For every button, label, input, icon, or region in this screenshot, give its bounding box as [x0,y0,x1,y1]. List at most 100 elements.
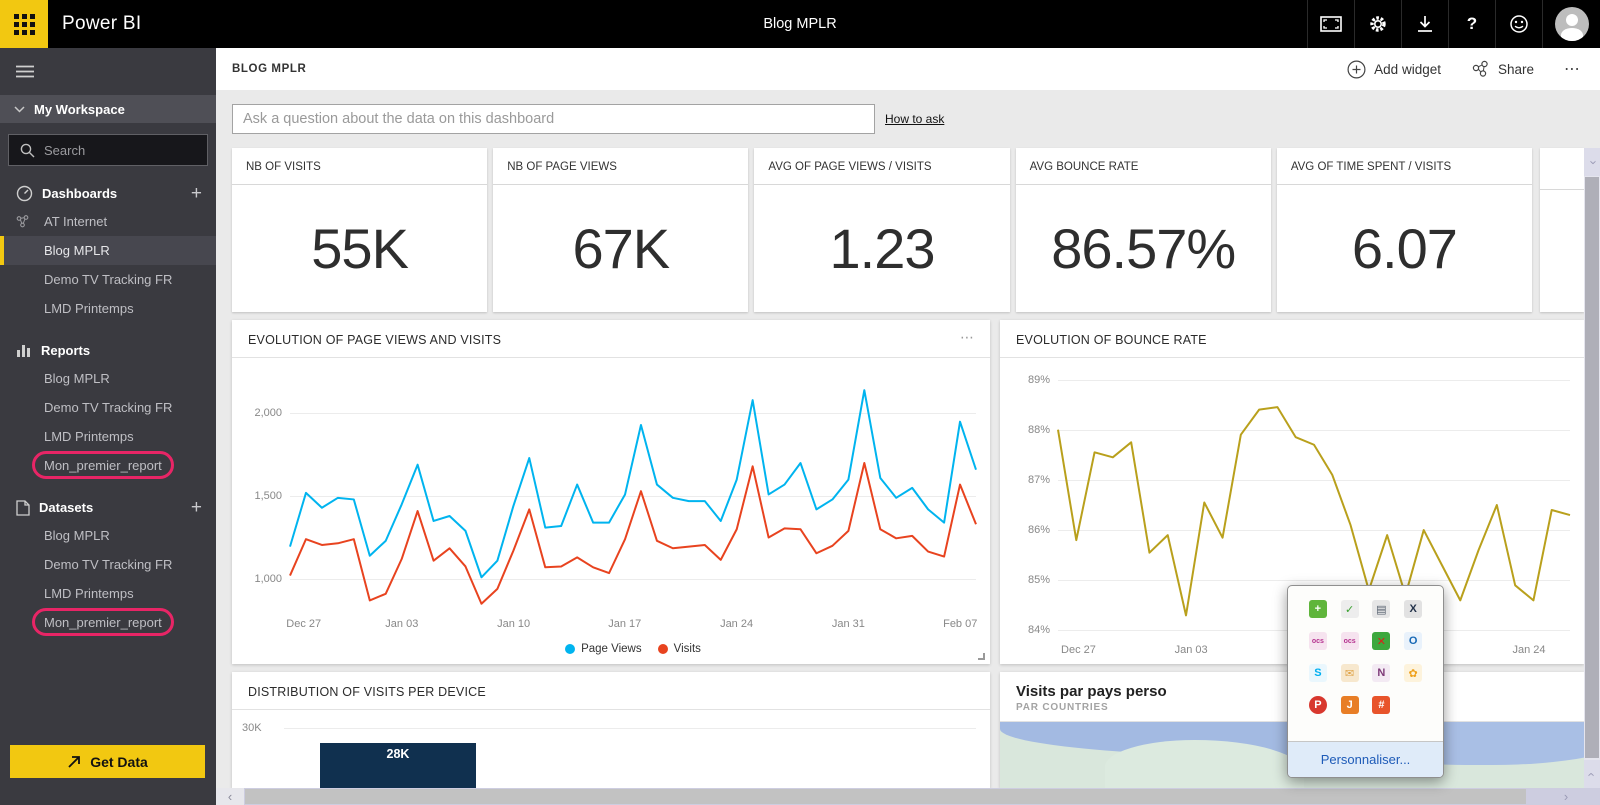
tray-icon-green-plus[interactable]: + [1309,600,1327,618]
more-options-icon[interactable]: ⋯ [1564,59,1582,79]
tray-icon-snip[interactable]: # [1372,696,1390,714]
datasets-page-icon [16,500,30,516]
sidebar-item-lmd-dashboard[interactable]: LMD Printemps [0,294,216,323]
powerbi-logo: Power BI [62,13,142,35]
tray-icon-divx[interactable]: X [1404,600,1422,618]
tray-icon-usb-eject[interactable]: ✓ [1341,600,1359,618]
workspace-selector[interactable]: My Workspace [0,95,216,123]
tray-icon-pinnacle[interactable]: P [1309,696,1327,714]
x-axis-tick: Dec 27 [286,618,321,630]
kpi-card-avg-pageviews-visits[interactable]: AVG OF PAGE VIEWS / VISITS 1.23 [754,148,1009,312]
add-widget-button[interactable]: Add widget [1347,60,1441,79]
x-axis-tick: Feb 07 [943,618,977,630]
y-axis-tick: 30K [242,722,262,734]
scroll-up-arrow[interactable]: ‹ [1584,148,1600,176]
settings-gear-icon[interactable] [1354,0,1401,48]
section-dashboards[interactable]: Dashboards + [0,180,216,207]
gridline [284,728,976,729]
share-button[interactable]: Share [1471,60,1534,78]
sidebar-item-blog-mplr-dashboard[interactable]: Blog MPLR [0,236,216,265]
kpi-card-avg-time-spent[interactable]: AVG OF TIME SPENT / VISITS 6.07 [1277,148,1532,312]
y-axis-tick: 1,500 [236,490,282,502]
chart-legend: Page ViewsVisits [290,636,976,662]
qna-section: How to ask [216,90,1600,148]
kpi-card-partial[interactable] [1540,148,1584,312]
tile-evolution-pageviews-visits[interactable]: EVOLUTION OF PAGE VIEWS AND VISITS ⋯ 1,0… [232,320,990,664]
kpi-title: NB OF VISITS [232,148,487,185]
dashboards-gauge-icon [16,185,33,202]
personalize-link[interactable]: Personnaliser... [1321,752,1411,767]
x-axis-tick: Dec 27 [1061,644,1096,656]
topbar-icon-group: ? [1307,0,1600,48]
sidebar-item-lmd-report[interactable]: LMD Printemps [0,422,216,451]
section-datasets[interactable]: Datasets + [0,494,216,521]
download-icon[interactable] [1401,0,1448,48]
ask-question-input[interactable] [232,104,875,134]
search-placeholder: Search [44,143,85,158]
sidebar-item-demo-tv-dataset[interactable]: Demo TV Tracking FR [0,550,216,579]
scroll-left-arrow[interactable]: ‹ [216,788,244,805]
x-axis-tick: Jan 17 [608,618,641,630]
sidebar-item-at-internet[interactable]: AT Internet [0,207,216,236]
y-axis-tick: 85% [1004,574,1050,586]
tray-icon-onenote-clip[interactable]: N [1372,664,1390,682]
plus-circle-icon [1347,60,1366,79]
sidebar-item-blog-mplr-report[interactable]: Blog MPLR [0,364,216,393]
fullscreen-icon[interactable] [1307,0,1354,48]
avatar-image [1555,7,1589,41]
app-launcher-waffle-icon[interactable] [0,0,48,48]
share-icon [1471,60,1490,78]
user-avatar[interactable] [1542,0,1600,48]
kpi-title: AVG OF PAGE VIEWS / VISITS [754,148,1009,185]
tray-icon-skype[interactable]: S [1309,664,1327,682]
scroll-right-arrow[interactable]: › [1556,788,1576,805]
tray-icon-ocs-2[interactable]: ocs [1341,632,1359,650]
add-dashboard-button[interactable]: + [191,184,202,203]
x-axis-tick: Jan 31 [832,618,865,630]
bar-desktop[interactable]: 28K [320,743,476,788]
x-axis-tick: Jan 03 [385,618,418,630]
horizontal-scrollbar[interactable]: ‹ › [216,788,1584,805]
y-axis-tick: 84% [1004,624,1050,636]
sidebar-search-input[interactable]: Search [8,134,208,166]
kpi-card-nb-pageviews[interactable]: NB OF PAGE VIEWS 67K [493,148,748,312]
add-dataset-button[interactable]: + [191,498,202,517]
how-to-ask-link[interactable]: How to ask [885,112,944,126]
tray-icon-flower[interactable]: ✿ [1404,664,1422,682]
dashboard-title: BLOG MPLR [232,63,306,75]
tile-title: EVOLUTION OF PAGE VIEWS AND VISITS [248,333,501,347]
vertical-scroll-thumb[interactable] [1585,177,1599,758]
resize-handle[interactable] [978,653,985,660]
kpi-card-avg-bounce-rate[interactable]: AVG BOUNCE RATE 86.57% [1016,148,1271,312]
reports-barchart-icon [16,343,32,358]
tray-icon-outlook[interactable]: O [1404,632,1422,650]
section-reports[interactable]: Reports [0,337,216,364]
tray-icon-mail[interactable]: ✉ [1341,664,1359,682]
horizontal-scroll-thumb[interactable] [245,789,1526,804]
tray-icon-ocs-1[interactable]: ocs [1309,632,1327,650]
y-axis-tick: 2,000 [236,407,282,419]
sidebar-item-lmd-dataset[interactable]: LMD Printemps [0,579,216,608]
y-axis-tick: 88% [1004,424,1050,436]
scroll-down-arrow[interactable]: ‹ [1584,760,1600,788]
sidebar-item-demo-tv-dashboard[interactable]: Demo TV Tracking FR [0,265,216,294]
vertical-scrollbar[interactable]: ‹ ‹ [1584,148,1600,788]
sidebar-item-blog-mplr-dataset[interactable]: Blog MPLR [0,521,216,550]
tray-icon-sync-error[interactable]: ✕ [1372,632,1390,650]
sidebar-item-mon-premier-dataset[interactable]: Mon_premier_report [0,608,216,637]
sidebar-item-demo-tv-report[interactable]: Demo TV Tracking FR [0,393,216,422]
kpi-value: 55K [232,185,487,312]
y-axis-tick: 87% [1004,474,1050,486]
tray-icon-java[interactable]: J [1341,696,1359,714]
hamburger-menu-icon[interactable] [0,48,216,95]
kpi-title: NB OF PAGE VIEWS [493,148,748,185]
kpi-card-nb-visits[interactable]: NB OF VISITS 55K [232,148,487,312]
help-icon[interactable]: ? [1448,0,1495,48]
tray-icon-display[interactable]: ▤ [1372,600,1390,618]
sidebar-item-mon-premier-report[interactable]: Mon_premier_report [0,451,216,480]
feedback-smiley-icon[interactable] [1495,0,1542,48]
tile-distribution-visits-device[interactable]: DISTRIBUTION OF VISITS PER DEVICE 30K 28… [232,672,990,788]
get-data-button[interactable]: Get Data [10,745,205,778]
x-axis-tick: Jan 24 [720,618,753,630]
tile-menu-icon[interactable]: ⋯ [960,333,976,341]
